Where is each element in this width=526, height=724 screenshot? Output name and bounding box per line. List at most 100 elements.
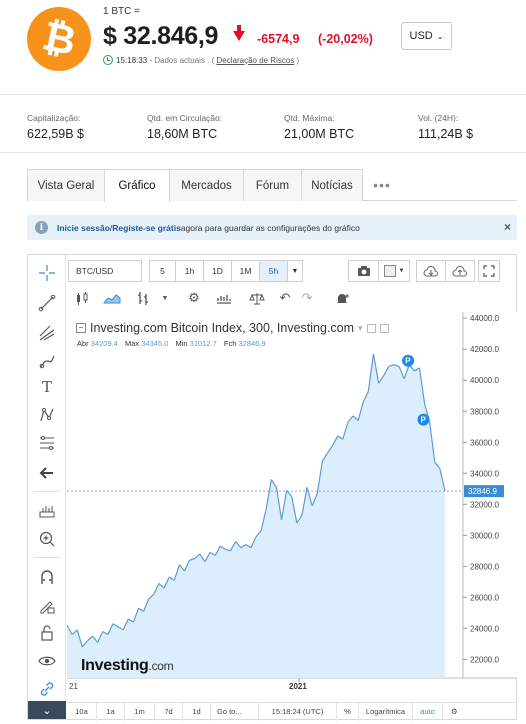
watermark-suffix: .com (148, 659, 174, 673)
interval-1h[interactable]: 1h (175, 260, 204, 282)
risk-disclosure-link[interactable]: Declaração de Riscos (217, 56, 295, 65)
link-icon[interactable] (37, 679, 57, 699)
cloud-save-icon[interactable] (445, 260, 475, 282)
bitcoin-logo: ₿ (27, 7, 91, 71)
redo-icon[interactable]: ↷ (296, 287, 318, 309)
price-chart[interactable]: 44000.0 42000.0 40000.0 38000.0 36000.0 34000… (67, 312, 517, 702)
pivot-marker-label: P (420, 416, 426, 425)
percent-toggle[interactable]: % (337, 702, 359, 721)
ruler-icon[interactable] (37, 501, 57, 521)
status-text: - Dados actuais . ( (147, 56, 217, 65)
color-picker-button[interactable]: ▼ (378, 260, 410, 282)
eye-icon[interactable] (37, 651, 57, 671)
chart-style-toolbar: ▼ ⚙ ↶ ↷ (68, 287, 356, 309)
interval-5h[interactable]: 5h (259, 260, 288, 282)
stat-label: Capitalização: (27, 113, 81, 123)
y-tick-label: 26000.0 (470, 593, 499, 602)
y-tick-label: 44000.0 (470, 314, 499, 323)
pattern-icon[interactable] (37, 405, 57, 425)
y-tick-label: 24000.0 (470, 624, 499, 633)
high-label: Max (124, 339, 140, 348)
low-value: 31012.7 (189, 339, 217, 348)
log-toggle[interactable]: Logarítmica (359, 702, 413, 721)
range-1d[interactable]: 1d (183, 702, 211, 721)
chevron-down-icon[interactable]: ⌄ (28, 701, 66, 719)
chart-type-dropdown-icon[interactable]: ▼ (158, 287, 172, 309)
undo-icon[interactable]: ↶ (274, 287, 296, 309)
info-text: agora para guardar as configurações do g… (180, 222, 360, 233)
investing-watermark: Investing.com (81, 657, 174, 675)
stat-label: Qtd. em Circulação: (147, 113, 223, 123)
settings-gear-icon[interactable]: ⚙ (180, 287, 208, 309)
legend-close-icon[interactable] (379, 323, 389, 333)
clock-icon (103, 55, 113, 65)
stat-label: Qtd. Máxima: (284, 113, 335, 123)
pitchfork-icon[interactable] (37, 323, 57, 343)
interval-dropdown-icon[interactable]: ▼ (287, 260, 303, 282)
close-label: Fch (223, 339, 237, 348)
unit-label: 1 BTC = (103, 6, 140, 17)
tab-markets[interactable]: Mercados (169, 169, 244, 201)
area-chart-icon[interactable] (96, 287, 128, 309)
y-tick-label: 28000.0 (470, 562, 499, 571)
fibonacci-icon[interactable] (37, 433, 57, 453)
watermark-main: Investing (81, 657, 149, 674)
stat-value: 18,60M BTC (147, 127, 218, 141)
interval-1m[interactable]: 1M (231, 260, 260, 282)
camera-icon[interactable] (348, 260, 379, 282)
currency-dropdown[interactable]: USD ⌄ (401, 22, 452, 50)
close-icon[interactable]: × (504, 220, 511, 234)
tab-overview[interactable]: Vista Geral (27, 169, 105, 201)
legend-menu-icon[interactable]: ▾ (358, 323, 363, 334)
range-10y[interactable]: 10a (67, 702, 97, 721)
trend-line-icon[interactable] (37, 293, 57, 313)
last-price-label: 32846.9 (468, 487, 497, 496)
chevron-down-icon: ⌄ (436, 31, 444, 41)
login-link[interactable]: Inicie sessão (57, 223, 110, 233)
go-to-button[interactable]: Go to... (211, 702, 259, 721)
range-1m[interactable]: 1m (125, 702, 155, 721)
stats-divider (0, 152, 526, 153)
indicators-icon[interactable] (208, 287, 240, 309)
stat-label: Vol. (24H): (418, 113, 459, 123)
y-tick-label: 30000.0 (470, 531, 499, 540)
tab-chart[interactable]: Gráfico (104, 169, 170, 202)
crosshair-icon[interactable] (37, 263, 57, 283)
pivot-marker-label: P (405, 357, 411, 366)
tab-news[interactable]: Notícias (301, 169, 363, 201)
section-tabs: Vista Geral Gráfico Mercados Fórum Notíc… (27, 169, 517, 202)
arrow-left-icon[interactable] (37, 463, 57, 483)
collapse-icon[interactable]: − (76, 323, 86, 333)
auto-toggle[interactable]: auto (413, 702, 443, 721)
interval-1d[interactable]: 1D (203, 260, 232, 282)
price-change-percent: (-20,02%) (318, 32, 373, 46)
info-icon: i (35, 221, 48, 234)
alert-bell-icon[interactable] (328, 287, 356, 309)
text-tool-icon[interactable]: T (37, 377, 57, 397)
lock-icon[interactable] (37, 623, 57, 643)
cloud-load-icon[interactable] (416, 260, 446, 282)
chart-legend-title: − Investing.com Bitcoin Index, 300, Inve… (76, 321, 389, 335)
candles-icon[interactable] (68, 287, 96, 309)
y-tick-label: 32000.0 (470, 500, 499, 509)
currency-label: USD (409, 30, 433, 42)
stat-value: 622,59B $ (27, 127, 84, 141)
brush-icon[interactable] (37, 351, 57, 371)
compare-scales-icon[interactable] (240, 287, 274, 309)
fullscreen-icon[interactable] (478, 260, 500, 282)
chart-toolbar: BTC/USD 5 1h 1D 1M 5h ▼ ▼ (68, 260, 500, 282)
more-tabs-button[interactable]: ••• (362, 169, 402, 201)
stat-value: 111,24B $ (418, 127, 474, 141)
settings-gear-icon[interactable]: ⚙ (443, 703, 464, 721)
magnet-icon[interactable] (37, 567, 57, 587)
interval-5[interactable]: 5 (149, 260, 176, 282)
zoom-in-icon[interactable] (37, 529, 57, 549)
tab-forum[interactable]: Fórum (243, 169, 302, 201)
symbol-input[interactable]: BTC/USD (68, 260, 142, 282)
register-link[interactable]: Registe-se grátis (112, 223, 181, 233)
legend-settings-icon[interactable] (366, 323, 376, 333)
range-1y[interactable]: 1a (97, 702, 125, 721)
range-7d[interactable]: 7d (155, 702, 183, 721)
lock-drawings-icon[interactable] (37, 595, 57, 615)
bars-icon[interactable] (128, 287, 158, 309)
